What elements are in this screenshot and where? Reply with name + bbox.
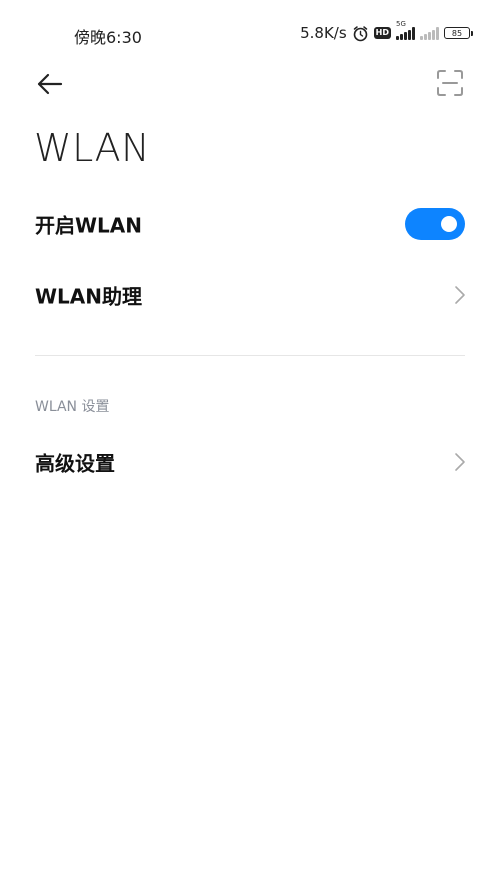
wlan-toggle-switch[interactable]: [405, 208, 465, 240]
wlan-toggle-row[interactable]: 开启WLAN: [0, 194, 500, 254]
scan-icon: [437, 70, 463, 96]
status-icons: 5.8K/s HD 5G 85: [300, 20, 473, 44]
chevron-right-icon: [455, 286, 465, 304]
back-arrow-icon: [37, 73, 63, 95]
wlan-assistant-label: WLAN助理: [35, 284, 143, 309]
wlan-assistant-row[interactable]: WLAN助理: [0, 265, 500, 325]
back-button[interactable]: [34, 68, 66, 100]
wlan-toggle-label: 开启WLAN: [35, 213, 143, 238]
advanced-settings-label: 高级设置: [35, 451, 115, 476]
battery-level: 85: [451, 28, 463, 38]
network-type: 5G: [396, 20, 406, 28]
toggle-knob: [441, 216, 457, 232]
advanced-settings-row[interactable]: 高级设置: [0, 432, 500, 492]
status-time: 傍晚6:30: [74, 28, 142, 47]
signal-secondary-icon: [420, 26, 439, 40]
section-divider: [35, 355, 465, 356]
page-title: WLAN: [34, 126, 151, 170]
alarm-icon: [353, 25, 367, 41]
section-header-wlan-settings: WLAN 设置: [35, 399, 110, 415]
chevron-right-icon: [455, 453, 465, 471]
scan-button[interactable]: [436, 69, 464, 97]
signal-icon: 5G: [396, 20, 415, 40]
status-bar: 傍晚6:30 5.8K/s HD 5G 85: [0, 0, 500, 66]
hd-icon: HD: [373, 27, 391, 39]
net-speed: 5.8K/s: [300, 24, 347, 42]
battery-icon: 85: [444, 27, 473, 39]
